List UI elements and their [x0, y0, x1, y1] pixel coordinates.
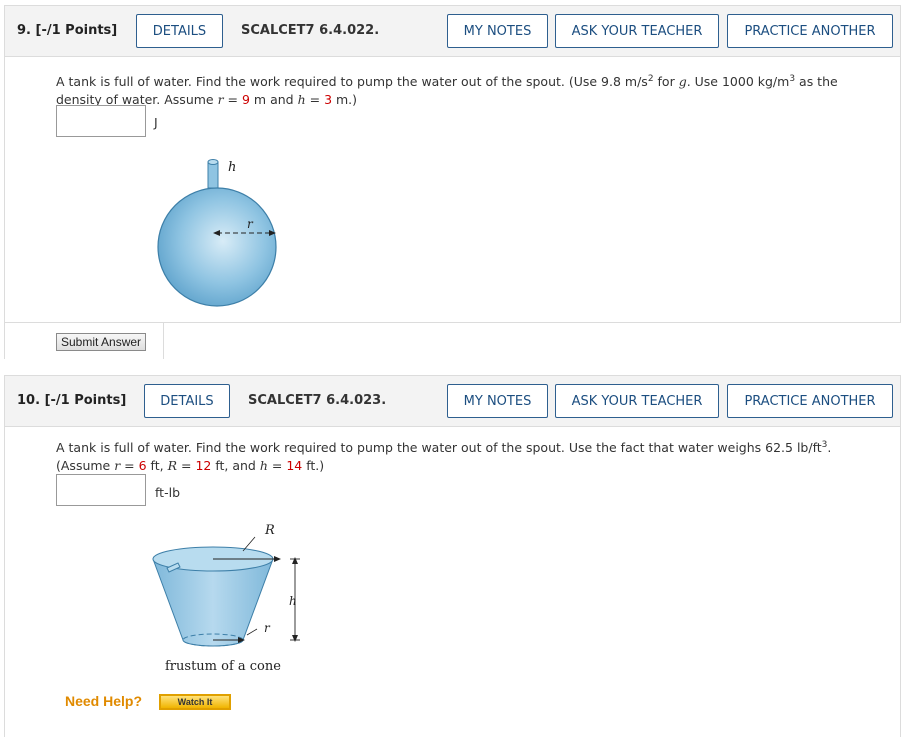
label-r: r — [264, 621, 271, 635]
question-10-number-points: 10. [-/1 Points] — [17, 393, 126, 408]
answer-input[interactable] — [56, 105, 146, 137]
need-help-label: Need Help? — [65, 693, 143, 709]
spout-top — [207, 159, 219, 165]
question-points: [-/1 Points] — [35, 23, 118, 38]
question-9: 9. [-/1 Points] DETAILS SCALCET7 6.4.022… — [4, 5, 901, 359]
ask-teacher-button[interactable]: ASK YOUR TEACHER — [555, 384, 719, 418]
answer-input[interactable] — [56, 474, 146, 506]
frustum-body — [152, 558, 274, 647]
practice-another-button[interactable]: PRACTICE ANOTHER — [727, 384, 893, 418]
question-points: [-/1 Points] — [44, 393, 127, 408]
spout — [207, 161, 219, 189]
sphere-tank-figure: h r — [157, 159, 277, 307]
watch-it-button[interactable]: Watch It — [159, 694, 231, 710]
question-number: 9. — [17, 23, 31, 38]
h-arrowhead-top — [292, 557, 298, 564]
frustum-tank-figure: R h r — [152, 523, 300, 647]
label-h: h — [289, 594, 297, 608]
my-notes-button[interactable]: MY NOTES — [447, 384, 548, 418]
h-arrowhead-bottom — [292, 635, 298, 642]
details-button[interactable]: DETAILS — [136, 14, 223, 48]
answer-unit: ft-lb — [155, 485, 180, 500]
sphere — [157, 187, 277, 307]
details-button[interactable]: DETAILS — [144, 384, 230, 418]
question-9-header: 9. [-/1 Points] DETAILS SCALCET7 6.4.022… — [4, 5, 901, 57]
problem-text: A tank is full of water. Find the work r… — [56, 74, 838, 108]
ask-teacher-button[interactable]: ASK YOUR TEACHER — [555, 14, 719, 48]
question-number: 10. — [17, 393, 41, 408]
submit-answer-button[interactable]: Submit Answer — [56, 333, 147, 351]
question-9-body: A tank is full of water. Find the work r… — [4, 57, 901, 323]
question-code: SCALCET7 6.4.022. — [241, 23, 380, 38]
question-10-header: 10. [-/1 Points] DETAILS SCALCET7 6.4.02… — [4, 375, 901, 427]
my-notes-button[interactable]: MY NOTES — [447, 14, 548, 48]
question-10-body: A tank is full of water. Find the work r… — [4, 427, 901, 737]
problem-text: A tank is full of water. Find the work r… — [56, 440, 832, 474]
practice-another-button[interactable]: PRACTICE ANOTHER — [727, 14, 893, 48]
question-10: 10. [-/1 Points] DETAILS SCALCET7 6.4.02… — [4, 375, 901, 737]
label-h: h — [228, 160, 236, 175]
answer-unit: J — [154, 115, 158, 130]
question-code: SCALCET7 6.4.023. — [248, 393, 387, 408]
figure-caption: frustum of a cone — [165, 659, 281, 674]
question-9-number-points: 9. [-/1 Points] — [17, 23, 117, 38]
r-pointer — [246, 628, 258, 636]
label-R: R — [264, 523, 275, 538]
R-arrowhead — [274, 556, 281, 562]
